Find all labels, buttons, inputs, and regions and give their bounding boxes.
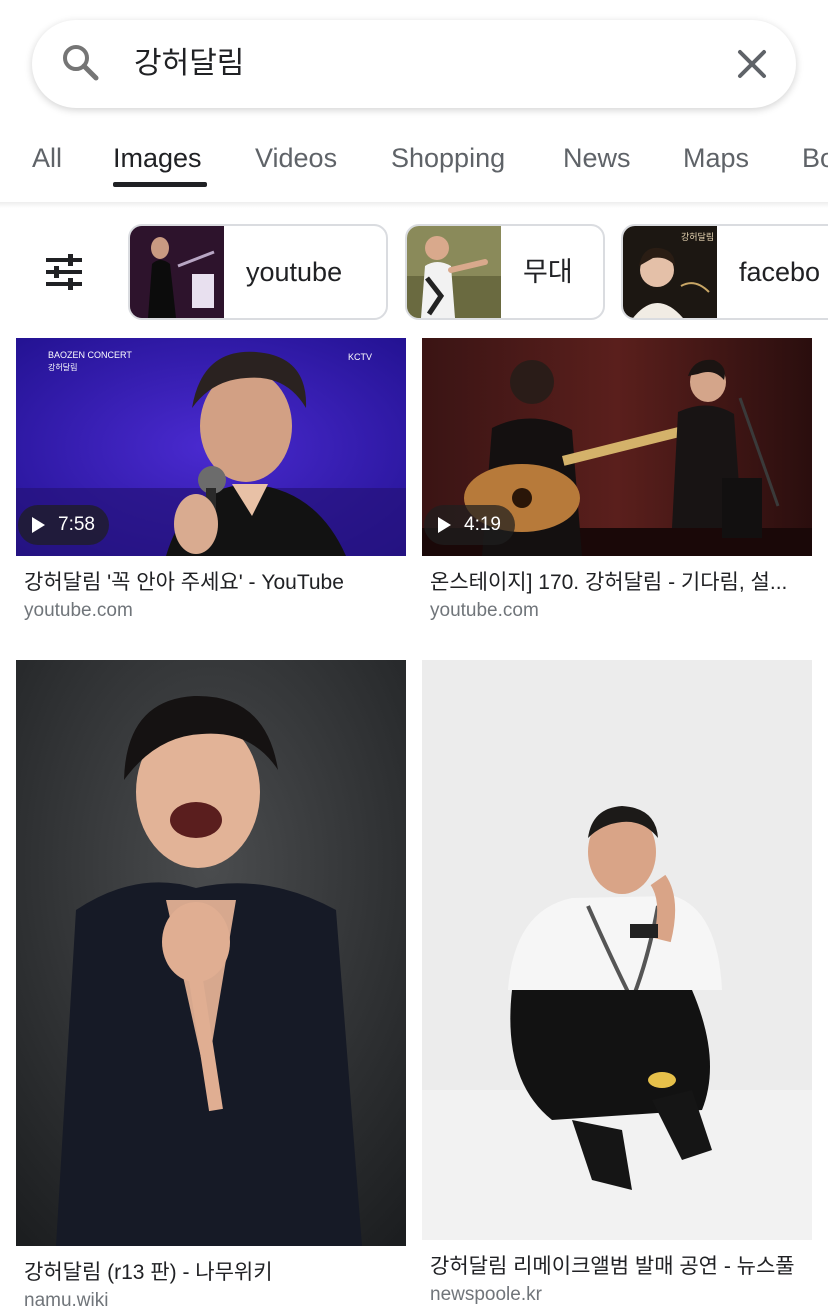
chip-youtube[interactable]: youtube bbox=[128, 224, 388, 320]
chip-label: youtube bbox=[246, 257, 343, 287]
result-title[interactable]: 강허달림 (r13 판) - 나무위키 bbox=[24, 1259, 408, 1287]
close-icon[interactable] bbox=[732, 44, 772, 84]
result-thumbnail[interactable] bbox=[16, 660, 406, 1246]
svg-text:강허달림: 강허달림 bbox=[48, 362, 77, 372]
duration-text: 4:19 bbox=[464, 514, 501, 535]
svg-text:강허달림 콘서트: 강허달림 콘서트 bbox=[681, 231, 717, 243]
chip-thumbnail-image bbox=[130, 226, 224, 318]
chip-label: 무대 bbox=[523, 257, 573, 287]
search-icon[interactable] bbox=[58, 40, 102, 84]
tab-maps[interactable]: Maps bbox=[683, 140, 749, 176]
chip-thumbnail-image bbox=[407, 226, 501, 318]
result-title[interactable]: 강허달림 '꼭 안아 주세요' - YouTube bbox=[24, 569, 408, 597]
active-tab-indicator bbox=[113, 182, 207, 187]
video-duration-badge: 4:19 bbox=[424, 505, 515, 545]
result-thumbnail[interactable]: BAOZEN CONCERT 강허달림 KCTV 7:58 bbox=[16, 338, 406, 556]
tabs-divider bbox=[0, 202, 828, 208]
result-title[interactable]: 강허달림 리메이크앨범 발매 공연 - 뉴스풀 bbox=[430, 1253, 810, 1281]
search-input[interactable]: 강허달림 bbox=[134, 44, 244, 84]
google-image-search-page: 강허달림 All Images Videos Shopping News Map… bbox=[0, 0, 828, 1309]
result-source[interactable]: newspoole.kr bbox=[430, 1282, 542, 1308]
result-thumbnail[interactable] bbox=[422, 660, 812, 1240]
tab-books[interactable]: Bo bbox=[802, 140, 828, 176]
chip-facebook[interactable]: 강허달림 콘서트 facebo bbox=[621, 224, 828, 320]
result-title[interactable]: 온스테이지] 170. 강허달림 - 기다림, 설... bbox=[430, 569, 810, 597]
video-duration-badge: 7:58 bbox=[18, 505, 109, 545]
chip-label: facebo bbox=[739, 257, 821, 287]
chip-thumbnail-image: 강허달림 콘서트 bbox=[623, 226, 742, 318]
play-icon bbox=[32, 517, 45, 533]
tab-images[interactable]: Images bbox=[113, 140, 202, 176]
tune-filter-icon[interactable] bbox=[42, 252, 86, 292]
tab-shopping[interactable]: Shopping bbox=[391, 140, 505, 176]
tab-news[interactable]: News bbox=[563, 140, 631, 176]
svg-text:KCTV: KCTV bbox=[348, 352, 372, 362]
result-source[interactable]: youtube.com bbox=[430, 598, 539, 624]
tab-videos[interactable]: Videos bbox=[255, 140, 337, 176]
svg-text:BAOZEN CONCERT: BAOZEN CONCERT bbox=[48, 350, 132, 360]
duration-text: 7:58 bbox=[58, 514, 95, 535]
search-tabs: All Images Videos Shopping News Maps Bo bbox=[0, 130, 828, 190]
result-thumbnail[interactable]: 4:19 bbox=[422, 338, 812, 556]
result-source[interactable]: youtube.com bbox=[24, 598, 133, 624]
tab-all[interactable]: All bbox=[32, 140, 62, 176]
result-source[interactable]: namu.wiki bbox=[24, 1288, 108, 1309]
chip-stage[interactable]: 무대 bbox=[405, 224, 605, 320]
search-bar[interactable]: 강허달림 bbox=[32, 20, 796, 108]
play-icon bbox=[438, 517, 451, 533]
